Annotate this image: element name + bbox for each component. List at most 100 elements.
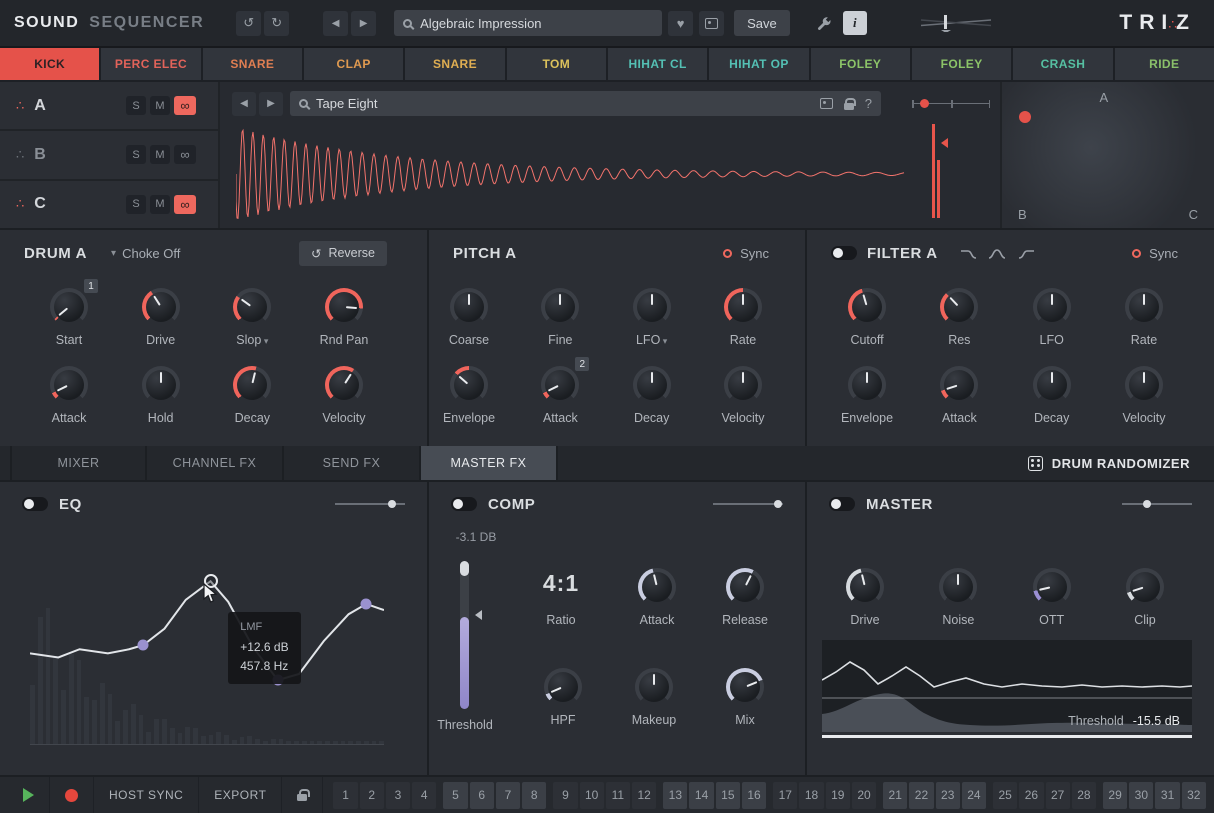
- step-26[interactable]: 26: [1019, 782, 1043, 809]
- step-5[interactable]: 5: [443, 782, 467, 809]
- favorite-button[interactable]: ♥: [668, 11, 693, 36]
- eq-enable-toggle[interactable]: [22, 497, 48, 511]
- step-21[interactable]: 21: [883, 782, 907, 809]
- start-knob[interactable]: 1: [50, 288, 88, 326]
- preset-browser-field[interactable]: Algebraic Impression: [394, 10, 662, 36]
- layer-row-a[interactable]: ∴ A S M ∞: [0, 82, 218, 131]
- settings-button[interactable]: [812, 11, 837, 36]
- step-23[interactable]: 23: [936, 782, 960, 809]
- release-knob[interactable]: [726, 568, 764, 606]
- save-button[interactable]: Save: [734, 10, 790, 36]
- step-24[interactable]: 24: [962, 782, 986, 809]
- velocity-knob[interactable]: [724, 366, 762, 404]
- sample-image-icon[interactable]: [820, 98, 833, 109]
- lock-icon[interactable]: [844, 103, 854, 110]
- tab-sequencer[interactable]: SEQUENCER: [89, 14, 204, 32]
- step-8[interactable]: 8: [522, 782, 546, 809]
- layer-morph-xy-pad[interactable]: A B C: [1000, 82, 1214, 228]
- highpass-icon[interactable]: [1016, 247, 1035, 260]
- eq-graph[interactable]: LMF +12.6 dB 457.8 Hz: [30, 538, 384, 745]
- sample-name-field[interactable]: Tape Eight ?: [290, 91, 881, 116]
- step-9[interactable]: 9: [553, 782, 577, 809]
- layer-c-solo-button[interactable]: S: [126, 195, 146, 214]
- rate-knob[interactable]: [1125, 288, 1163, 326]
- pad-hihat-op[interactable]: HIHAT OP: [709, 48, 808, 80]
- step-17[interactable]: 17: [773, 782, 797, 809]
- rnd-pan-knob[interactable]: [325, 288, 363, 326]
- noise-knob[interactable]: [939, 568, 977, 606]
- layer-a-link-button[interactable]: ∞: [174, 96, 196, 115]
- mix-knob[interactable]: [726, 668, 764, 706]
- step-18[interactable]: 18: [799, 782, 823, 809]
- pad-tom[interactable]: TOM: [507, 48, 606, 80]
- filter-sync-toggle[interactable]: Sync: [1132, 246, 1178, 261]
- attack-knob[interactable]: 2: [541, 366, 579, 404]
- next-sample-button[interactable]: ▶: [259, 92, 283, 116]
- next-preset-button[interactable]: ▶: [351, 11, 376, 36]
- reverse-button[interactable]: ↺ Reverse: [299, 241, 387, 266]
- step-4[interactable]: 4: [412, 782, 436, 809]
- slop-knob[interactable]: [233, 288, 271, 326]
- bandpass-icon[interactable]: [988, 247, 1007, 260]
- drum-randomizer-button[interactable]: DRUM RANDOMIZER: [1028, 446, 1214, 480]
- record-button[interactable]: [50, 777, 94, 813]
- comp-ratio[interactable]: 4:1 Ratio: [528, 570, 594, 627]
- ott-knob[interactable]: [1033, 568, 1071, 606]
- pad-perc-elec[interactable]: PERC ELEC: [101, 48, 200, 80]
- layer-c-link-button[interactable]: ∞: [174, 195, 196, 214]
- prev-preset-button[interactable]: ◀: [323, 11, 348, 36]
- step-10[interactable]: 10: [580, 782, 604, 809]
- drive-knob[interactable]: [142, 288, 180, 326]
- lowpass-icon[interactable]: [960, 247, 979, 260]
- master-enable-toggle[interactable]: [829, 497, 855, 511]
- layer-row-c[interactable]: ∴ C S M ∞: [0, 181, 218, 228]
- master-threshold-slider[interactable]: [822, 735, 1192, 738]
- comp-mix-slider[interactable]: [713, 499, 783, 509]
- cutoff-knob[interactable]: [848, 288, 886, 326]
- attack-knob[interactable]: [638, 568, 676, 606]
- step-32[interactable]: 32: [1182, 782, 1206, 809]
- step-15[interactable]: 15: [716, 782, 740, 809]
- hpf-knob[interactable]: [544, 668, 582, 706]
- attack-knob[interactable]: [50, 366, 88, 404]
- pad-foley[interactable]: FOLEY: [912, 48, 1011, 80]
- step-13[interactable]: 13: [663, 782, 687, 809]
- velocity-knob[interactable]: [1125, 366, 1163, 404]
- step-7[interactable]: 7: [496, 782, 520, 809]
- step-11[interactable]: 11: [606, 782, 630, 809]
- export-button[interactable]: EXPORT: [199, 777, 282, 813]
- comp-threshold-slider[interactable]: [460, 561, 469, 709]
- pad-crash[interactable]: CRASH: [1013, 48, 1112, 80]
- step-19[interactable]: 19: [826, 782, 850, 809]
- tab-sound[interactable]: SOUND: [14, 14, 79, 32]
- pad-kick[interactable]: KICK: [0, 48, 99, 80]
- makeup-knob[interactable]: [635, 668, 673, 706]
- layer-volume-slider[interactable]: [912, 98, 990, 110]
- tab-send-fx[interactable]: SEND FX: [284, 446, 421, 480]
- hold-knob[interactable]: [142, 366, 180, 404]
- tab-mixer[interactable]: MIXER: [10, 446, 147, 480]
- undo-button[interactable]: ↺: [236, 11, 261, 36]
- envelope-knob[interactable]: [848, 366, 886, 404]
- step-31[interactable]: 31: [1155, 782, 1179, 809]
- waveform-display[interactable]: [236, 122, 926, 226]
- play-button[interactable]: [8, 777, 50, 813]
- pad-snare[interactable]: SNARE: [203, 48, 302, 80]
- pad-snare[interactable]: SNARE: [405, 48, 504, 80]
- comp-ratio-value[interactable]: 4:1: [528, 570, 594, 597]
- choke-dropdown[interactable]: ▾ Choke Off: [111, 246, 180, 261]
- step-6[interactable]: 6: [470, 782, 494, 809]
- step-30[interactable]: 30: [1129, 782, 1153, 809]
- step-2[interactable]: 2: [360, 782, 384, 809]
- step-28[interactable]: 28: [1072, 782, 1096, 809]
- decay-knob[interactable]: [633, 366, 671, 404]
- step-16[interactable]: 16: [742, 782, 766, 809]
- layer-volume-handle[interactable]: [920, 99, 929, 108]
- rate-knob[interactable]: [724, 288, 762, 326]
- tab-channel-fx[interactable]: CHANNEL FX: [147, 446, 284, 480]
- drive-knob[interactable]: [846, 568, 884, 606]
- pad-hihat-cl[interactable]: HIHAT CL: [608, 48, 707, 80]
- prev-sample-button[interactable]: ◀: [232, 92, 256, 116]
- redo-button[interactable]: ↻: [264, 11, 289, 36]
- preset-image-button[interactable]: [699, 11, 724, 36]
